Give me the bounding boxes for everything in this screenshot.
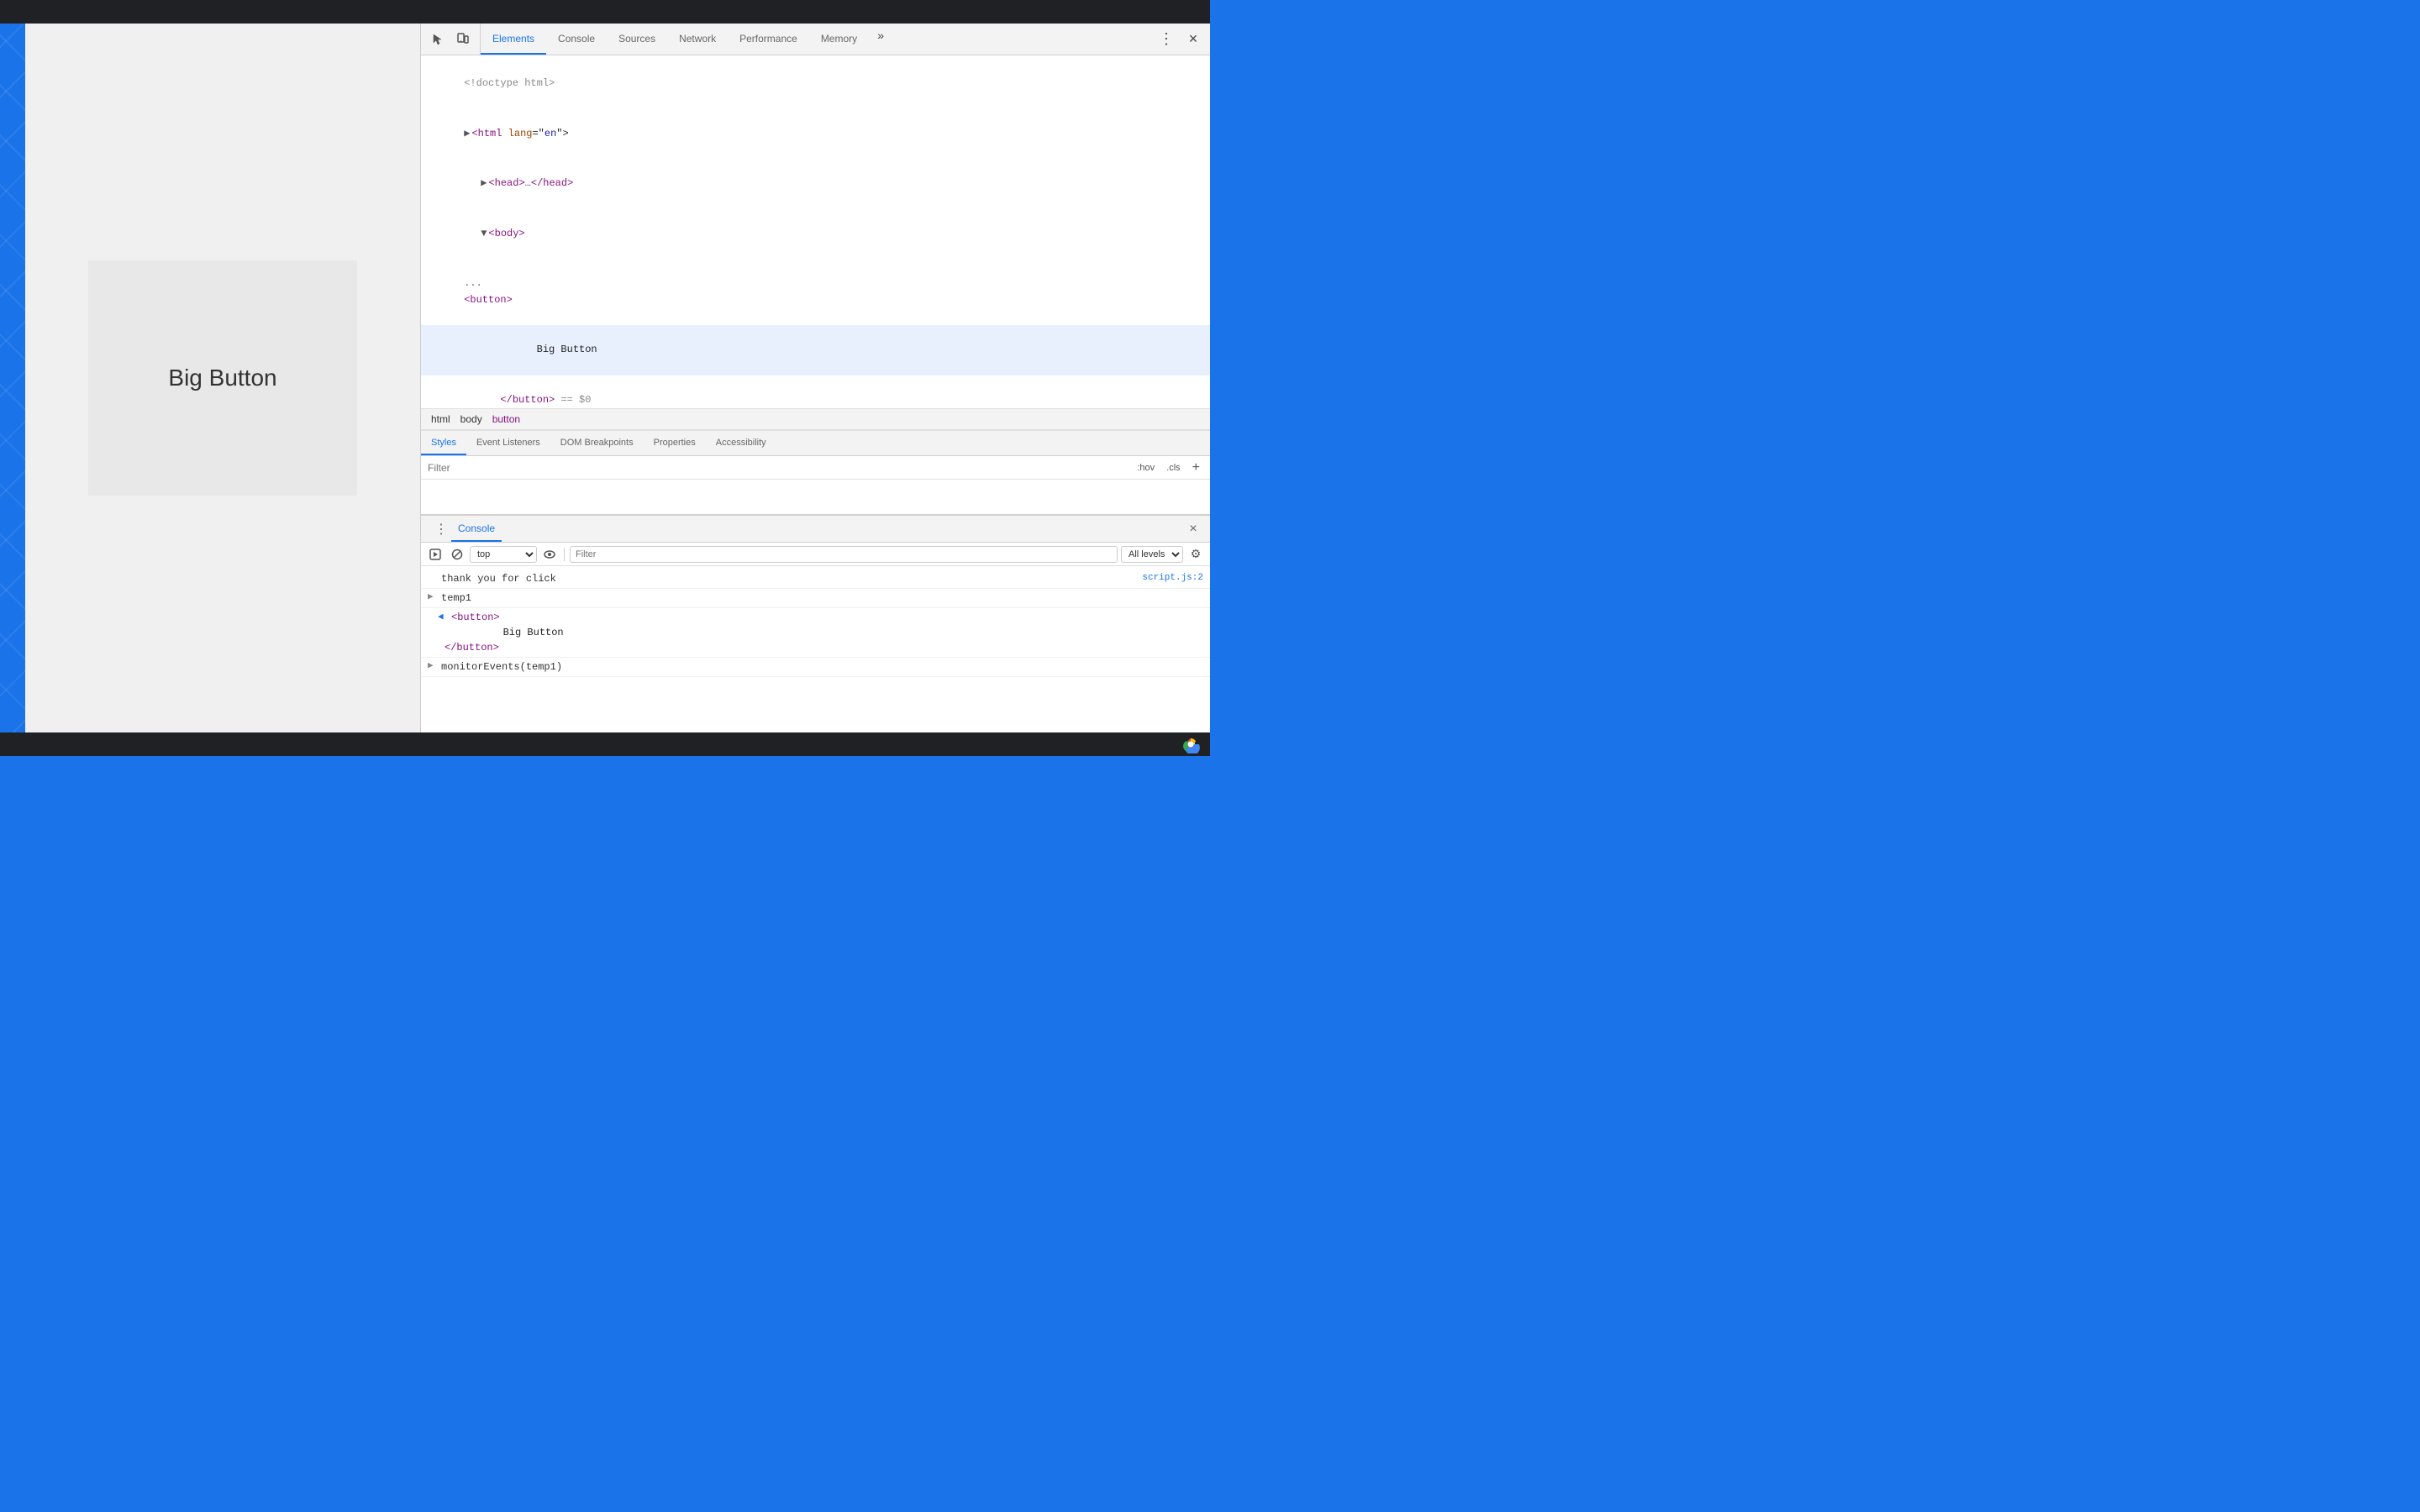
html-line-html[interactable]: ▶<html lang="en">: [421, 109, 1210, 160]
devtools-tabs: Elements Console Sources Network Perform…: [481, 24, 1150, 55]
styles-filter-buttons: :hov .cls +: [1134, 459, 1203, 477]
page-content-area: Big Button: [25, 24, 420, 732]
more-tabs-button[interactable]: »: [869, 24, 892, 47]
html-line-doctype: <!doctype html>: [421, 59, 1210, 109]
devtools-close-button[interactable]: ×: [1181, 28, 1205, 51]
breadcrumb-button[interactable]: button: [489, 412, 523, 427]
console-drawer: ⋮ Console ×: [421, 514, 1210, 732]
drawer-close-button[interactable]: ×: [1183, 519, 1203, 539]
console-drawer-header: ⋮ Console ×: [421, 516, 1210, 543]
devtools-toolbar: Elements Console Sources Network Perform…: [421, 24, 1210, 55]
triangle-icon[interactable]: ▶: [481, 177, 487, 189]
html-line-body-open[interactable]: ▼<body>: [421, 209, 1210, 260]
console-level-select[interactable]: All levels: [1121, 546, 1183, 563]
devtools-menu-button[interactable]: ⋮: [1155, 28, 1178, 51]
breadcrumb-bar: html body button: [421, 408, 1210, 430]
devtools-panel: Elements Console Sources Network Perform…: [420, 24, 1210, 732]
console-line-command: ▶ monitorEvents(temp1): [421, 658, 1210, 677]
console-line-result: ◀ <button> Big Button </button>: [421, 608, 1210, 658]
console-eye-button[interactable]: [540, 545, 559, 564]
breadcrumb-body[interactable]: body: [457, 412, 486, 427]
inspect-element-button[interactable]: [426, 28, 450, 51]
tab-sources[interactable]: Sources: [607, 24, 667, 55]
big-button[interactable]: Big Button: [88, 260, 357, 496]
tab-styles[interactable]: Styles: [421, 431, 466, 455]
console-temp1-label: temp1: [441, 591, 1203, 606]
console-expand-arrow[interactable]: ▶: [428, 591, 439, 605]
styles-tabs: Styles Event Listeners DOM Breakpoints P…: [421, 431, 1210, 456]
console-toolbar: top All levels ⚙: [421, 543, 1210, 566]
tab-accessibility[interactable]: Accessibility: [706, 431, 776, 455]
console-divider: [564, 548, 565, 561]
console-result-arrow[interactable]: ◀: [438, 611, 450, 625]
console-line-log: thank you for click script.js:2: [421, 570, 1210, 589]
console-execute-button[interactable]: [426, 545, 445, 564]
styles-filter-input[interactable]: [428, 462, 1127, 474]
triangle-icon[interactable]: ▶: [464, 128, 470, 139]
html-line-ellipsis: ... <button>: [421, 259, 1210, 325]
triangle-icon[interactable]: ▼: [481, 228, 487, 239]
cls-button[interactable]: .cls: [1163, 461, 1184, 475]
chrome-logo-icon: [1181, 735, 1200, 753]
devtools-toolbar-icons: [421, 24, 481, 55]
add-style-button[interactable]: +: [1189, 459, 1203, 477]
hov-button[interactable]: :hov: [1134, 461, 1158, 475]
devtools-toolbar-right: ⋮ ×: [1150, 24, 1210, 55]
tab-console[interactable]: Console: [546, 24, 607, 55]
tab-dom-breakpoints[interactable]: DOM Breakpoints: [550, 431, 644, 455]
drawer-kebab-menu[interactable]: ⋮: [431, 521, 451, 538]
console-command-text: monitorEvents(temp1): [441, 659, 1203, 675]
html-line-head[interactable]: ▶<head>…</head>: [421, 159, 1210, 209]
tab-event-listeners[interactable]: Event Listeners: [466, 431, 550, 455]
html-line-button-content[interactable]: Big Button: [421, 325, 1210, 375]
big-button-label: Big Button: [168, 365, 276, 391]
breadcrumb-html[interactable]: html: [428, 412, 454, 427]
console-log-text: thank you for click: [441, 571, 1142, 586]
html-line-button-close[interactable]: </button> == $0: [421, 375, 1210, 408]
tab-network[interactable]: Network: [667, 24, 728, 55]
browser-top-bar: [0, 0, 1210, 24]
console-filter-input[interactable]: [570, 546, 1118, 563]
console-command-arrow: ▶: [428, 659, 439, 674]
console-line-temp1[interactable]: ▶ temp1: [421, 589, 1210, 608]
console-clear-button[interactable]: [448, 545, 466, 564]
device-toolbar-button[interactable]: [451, 28, 475, 51]
tab-performance[interactable]: Performance: [728, 24, 809, 55]
console-content: thank you for click script.js:2 ▶ temp1 …: [421, 566, 1210, 732]
styles-filter-bar: :hov .cls +: [421, 456, 1210, 480]
tab-memory[interactable]: Memory: [809, 24, 869, 55]
styles-panel: Styles Event Listeners DOM Breakpoints P…: [421, 430, 1210, 514]
console-settings-button[interactable]: ⚙: [1186, 545, 1205, 564]
console-source-ref[interactable]: script.js:2: [1142, 571, 1203, 585]
browser-bottom-bar: [0, 732, 1210, 756]
elements-panel: <!doctype html> ▶<html lang="en"> ▶<head…: [421, 55, 1210, 408]
tab-properties[interactable]: Properties: [644, 431, 706, 455]
console-context-select[interactable]: top: [470, 546, 537, 563]
tab-elements[interactable]: Elements: [481, 24, 546, 55]
drawer-tab-console[interactable]: Console: [451, 516, 502, 542]
